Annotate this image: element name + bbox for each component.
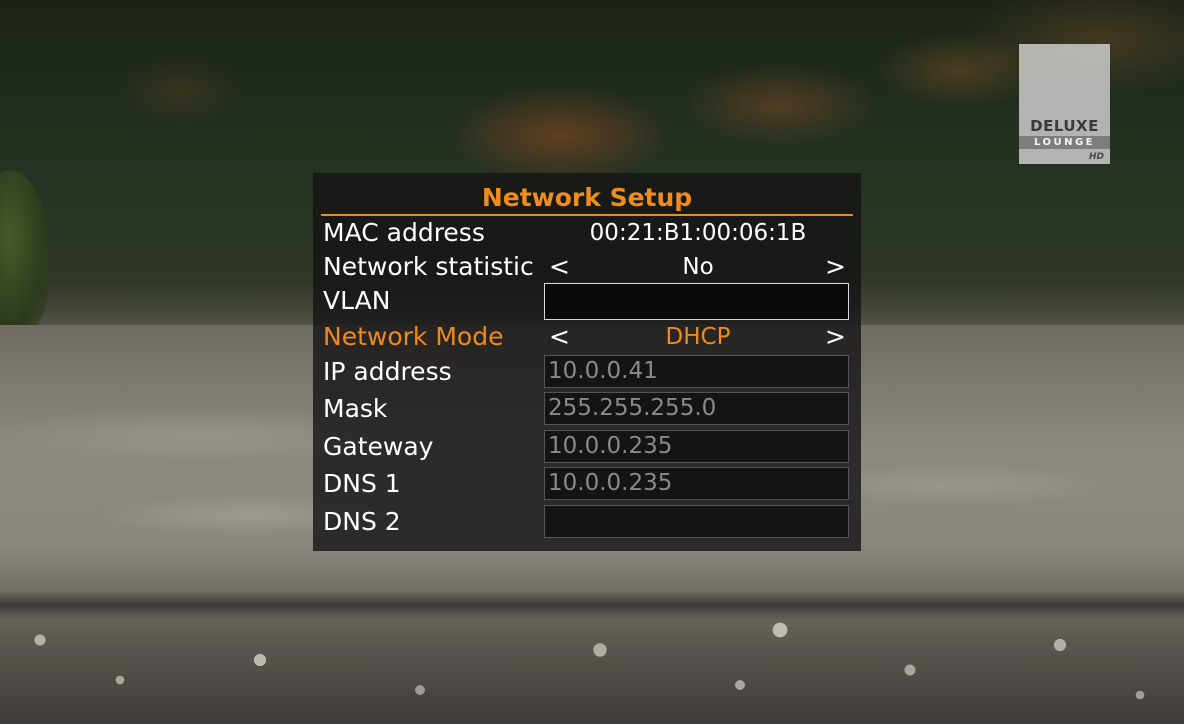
- mask-value: 255.255.255.0: [548, 395, 717, 421]
- network-mode-label: Network Mode: [323, 322, 504, 351]
- vlan-label: VLAN: [323, 286, 391, 315]
- dialog-title: Network Setup: [481, 183, 693, 212]
- ip-address-label: IP address: [323, 357, 452, 386]
- mask-row: Mask 255.255.255.0: [313, 391, 861, 427]
- dns1-field[interactable]: 10.0.0.235: [544, 467, 849, 500]
- gateway-value: 10.0.0.235: [548, 433, 673, 459]
- ip-address-row: IP address 10.0.0.41: [313, 354, 861, 390]
- ip-address-field[interactable]: 10.0.0.41: [544, 355, 849, 388]
- dns2-label: DNS 2: [323, 507, 401, 536]
- mac-address-row: MAC address 00:21:B1:00:06:1B: [313, 215, 861, 251]
- channel-logo: DELUXE LOUNGE HD: [1019, 44, 1110, 164]
- mask-field[interactable]: 255.255.255.0: [544, 392, 849, 425]
- chevron-right-icon[interactable]: >: [825, 249, 846, 285]
- network-setup-dialog: Network Setup MAC address 00:21:B1:00:06…: [313, 173, 861, 551]
- network-mode-row[interactable]: Network Mode < DHCP >: [313, 319, 861, 355]
- dns1-label: DNS 1: [323, 469, 401, 498]
- gateway-row: Gateway 10.0.0.235: [313, 429, 861, 465]
- dns1-value: 10.0.0.235: [548, 470, 673, 496]
- logo-lounge-text: LOUNGE: [1019, 136, 1110, 149]
- mac-address-value: 00:21:B1:00:06:1B: [589, 220, 807, 246]
- network-statistic-row[interactable]: Network statistic < No >: [313, 249, 861, 285]
- network-statistic-value[interactable]: No: [545, 249, 851, 285]
- mask-label: Mask: [323, 394, 388, 423]
- dns2-row: DNS 2: [313, 504, 861, 540]
- network-mode-value[interactable]: DHCP: [545, 319, 851, 355]
- vlan-input[interactable]: [544, 283, 849, 320]
- network-statistic-label: Network statistic: [323, 252, 534, 281]
- ip-address-value: 10.0.0.41: [548, 358, 658, 384]
- dns2-field[interactable]: [544, 505, 849, 538]
- chevron-right-icon[interactable]: >: [825, 319, 846, 355]
- vlan-row: VLAN: [313, 283, 861, 320]
- mac-address-label: MAC address: [323, 218, 485, 247]
- dns1-row: DNS 1 10.0.0.235: [313, 466, 861, 502]
- logo-hd-text: HD: [1088, 152, 1104, 162]
- gateway-field[interactable]: 10.0.0.235: [544, 430, 849, 463]
- logo-deluxe-text: DELUXE: [1030, 117, 1099, 135]
- gateway-label: Gateway: [323, 432, 434, 461]
